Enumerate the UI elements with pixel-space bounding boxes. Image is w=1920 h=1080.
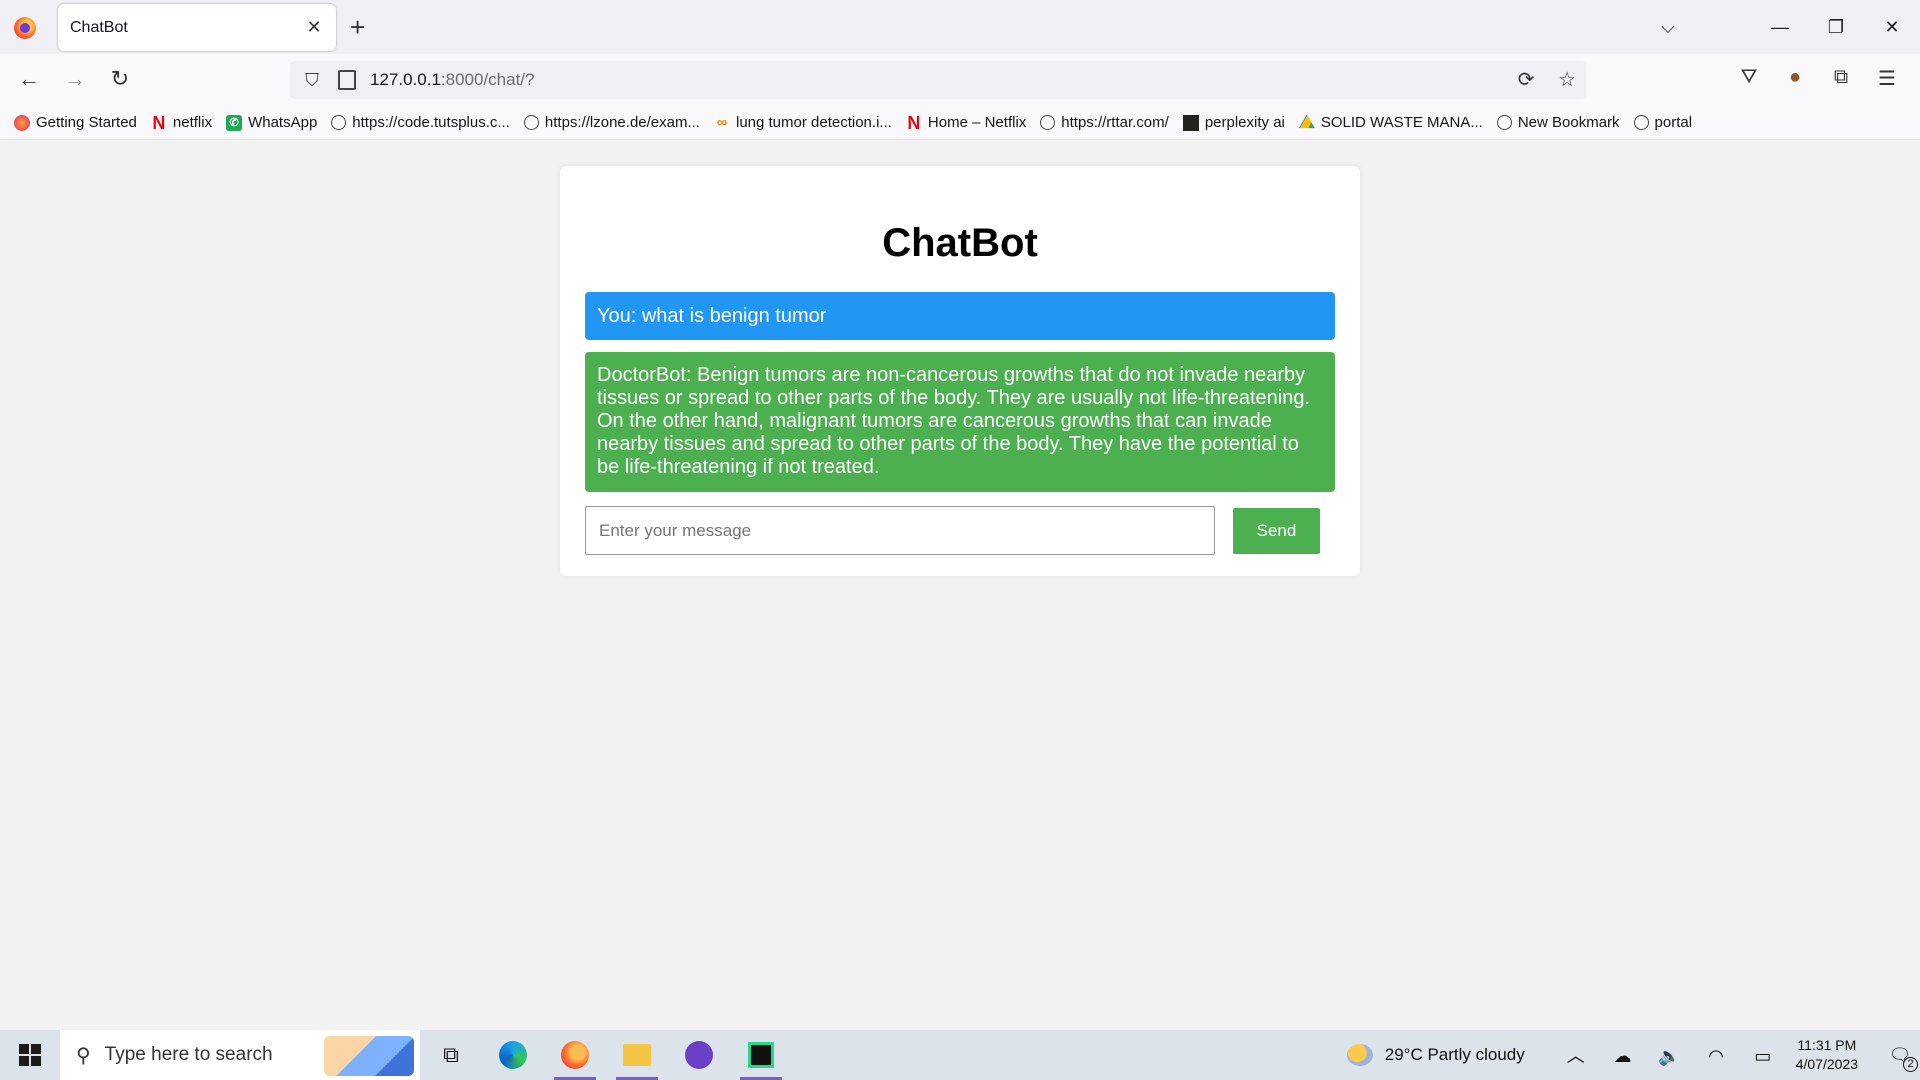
weather-widget[interactable]: 29°C Partly cloudy <box>1346 1044 1525 1066</box>
bookmark-label: https://rttar.com/ <box>1061 114 1169 131</box>
bookmark-solid-waste[interactable]: SOLID WASTE MANA... <box>1298 114 1483 131</box>
whatsapp-icon: ✆ <box>226 114 243 131</box>
bookmarks-toolbar: Getting Started Nnetflix ✆ WhatsApp https… <box>0 106 1920 140</box>
colab-icon: ∞ <box>716 113 728 131</box>
bookmark-label: WhatsApp <box>248 114 318 131</box>
bookmark-portal[interactable]: portal <box>1633 114 1693 131</box>
globe-icon <box>523 115 539 130</box>
search-highlight-image <box>324 1036 414 1076</box>
close-window-icon[interactable]: ✕ <box>1864 17 1920 38</box>
page-title: ChatBot <box>882 221 1038 265</box>
message-form: Send <box>585 506 1335 555</box>
user-message: You: what is benign tumor <box>585 292 1335 340</box>
search-icon: ⚲ <box>76 1044 91 1067</box>
forward-icon[interactable]: → <box>60 66 90 92</box>
task-view-icon[interactable]: ⧉ <box>420 1030 482 1080</box>
bookmark-label: portal <box>1654 114 1693 131</box>
bookmark-label: New Bookmark <box>1517 114 1620 131</box>
minimize-icon[interactable]: — <box>1752 17 1808 38</box>
clock-time: 11:31 PM <box>1797 1037 1857 1053</box>
bookmark-getting-started[interactable]: Getting Started <box>14 114 137 131</box>
bookmark-lung-tumor[interactable]: ∞ lung tumor detection.i... <box>714 114 892 131</box>
tab-bar: ChatBot ✕ + ⌵ — ❐ ✕ <box>0 0 1920 54</box>
bookmark-whatsapp[interactable]: ✆ WhatsApp <box>226 114 317 131</box>
chevron-up-icon[interactable]: ︿ <box>1555 1042 1597 1068</box>
firefox-icon <box>14 114 30 131</box>
url-host: 127.0.0.1 <box>370 70 441 89</box>
wifi-icon[interactable]: ◠ <box>1695 1046 1737 1067</box>
edge-icon[interactable] <box>482 1030 544 1080</box>
page-info-icon[interactable] <box>338 70 356 90</box>
new-tab-button[interactable]: + <box>350 12 365 43</box>
start-button[interactable] <box>0 1030 60 1080</box>
page-content: ChatBot You: what is benign tumor Doctor… <box>0 140 1920 1030</box>
bookmark-perplexity[interactable]: perplexity ai <box>1182 114 1285 131</box>
globe-icon <box>331 115 347 130</box>
browser-chrome: ChatBot ✕ + ⌵ — ❐ ✕ ← → ↻ ⛉ 127.0.0.1:80… <box>0 0 1920 140</box>
bookmark-label: https://code.tutsplus.c... <box>352 114 510 131</box>
bookmark-star-icon[interactable]: ☆ <box>1558 69 1576 91</box>
reload-icon[interactable]: ↻ <box>105 66 135 92</box>
netflix-icon: N <box>152 112 166 133</box>
menu-icon[interactable]: ☰ <box>1864 66 1910 91</box>
bookmark-netflix[interactable]: Nnetflix <box>151 112 213 133</box>
pocket-icon[interactable]: ⛛ <box>1726 66 1772 91</box>
perplexity-icon <box>1182 114 1199 131</box>
bot-message: DoctorBot: Benign tumors are non-cancero… <box>585 352 1335 492</box>
globe-icon <box>1040 115 1056 130</box>
globe-icon <box>1496 115 1512 130</box>
notifications-icon[interactable]: 🗨 2 <box>1880 1045 1920 1072</box>
url-bar[interactable]: ⛉ 127.0.0.1:8000/chat/? ⟳ ☆ <box>290 61 1586 99</box>
chat-container: ChatBot You: what is benign tumor Doctor… <box>560 166 1360 576</box>
taskbar-search[interactable]: ⚲ Type here to search <box>60 1030 420 1080</box>
globe-icon <box>1633 115 1649 130</box>
volume-icon[interactable]: 🔈 <box>1648 1046 1690 1067</box>
bookmark-label: https://lzone.de/exam... <box>544 114 700 131</box>
pycharm-icon[interactable] <box>730 1030 792 1080</box>
bookmark-home-netflix[interactable]: N Home – Netflix <box>906 112 1027 133</box>
send-button[interactable]: Send <box>1233 507 1320 554</box>
bookmark-label: Home – Netflix <box>927 114 1027 131</box>
clock[interactable]: 11:31 PM 4/07/2023 <box>1796 1036 1858 1074</box>
taskbar: ⚲ Type here to search ⧉ 29°C Partly clou… <box>0 1030 1920 1080</box>
bookmark-label: lung tumor detection.i... <box>735 114 892 131</box>
close-tab-icon[interactable]: ✕ <box>304 17 324 38</box>
bookmark-new[interactable]: New Bookmark <box>1496 114 1620 131</box>
list-tabs-icon[interactable]: ⌵ <box>1640 17 1696 38</box>
message-input[interactable] <box>585 506 1215 555</box>
back-icon[interactable]: ← <box>14 66 44 92</box>
firefox-icon[interactable] <box>14 17 36 39</box>
search-placeholder: Type here to search <box>104 1044 273 1065</box>
bookmark-rttar[interactable]: https://rttar.com/ <box>1040 114 1169 131</box>
nav-bar: ← → ↻ ⛉ 127.0.0.1:8000/chat/? ⟳ ☆ ⛛ ● ⧉ … <box>0 54 1920 106</box>
tab-chatbot[interactable]: ChatBot ✕ <box>58 4 336 51</box>
bookmark-tutsplus[interactable]: https://code.tutsplus.c... <box>331 114 510 131</box>
netflix-icon: N <box>907 112 921 133</box>
partly-cloudy-icon <box>1346 1044 1373 1066</box>
windows-icon <box>19 1044 41 1066</box>
onedrive-icon[interactable]: ☁ <box>1602 1046 1644 1067</box>
tab-title: ChatBot <box>70 18 128 36</box>
restore-icon[interactable]: ❐ <box>1808 17 1864 38</box>
bookmark-label: perplexity ai <box>1204 114 1285 131</box>
clock-date: 4/07/2023 <box>1795 1056 1858 1072</box>
bookmark-label: SOLID WASTE MANA... <box>1320 114 1483 131</box>
bookmark-lzone[interactable]: https://lzone.de/exam... <box>523 114 700 131</box>
anaconda-icon[interactable] <box>668 1030 730 1080</box>
url-path: :8000/chat/? <box>440 70 535 89</box>
file-explorer-icon[interactable] <box>606 1030 668 1080</box>
sync-icon[interactable]: ⟳ <box>1518 69 1535 91</box>
weather-text: 29°C Partly cloudy <box>1384 1045 1525 1064</box>
cookie-extension-icon[interactable]: ● <box>1772 66 1818 91</box>
extensions-icon[interactable]: ⧉ <box>1818 66 1864 91</box>
bookmark-label: netflix <box>172 114 213 131</box>
bookmark-label: Getting Started <box>36 114 137 131</box>
firefox-taskbar-icon[interactable] <box>544 1030 606 1080</box>
notification-count: 2 <box>1903 1056 1918 1072</box>
battery-icon[interactable]: ▭ <box>1742 1046 1784 1067</box>
shield-icon[interactable]: ⛉ <box>300 70 324 91</box>
drive-icon <box>1298 114 1315 129</box>
